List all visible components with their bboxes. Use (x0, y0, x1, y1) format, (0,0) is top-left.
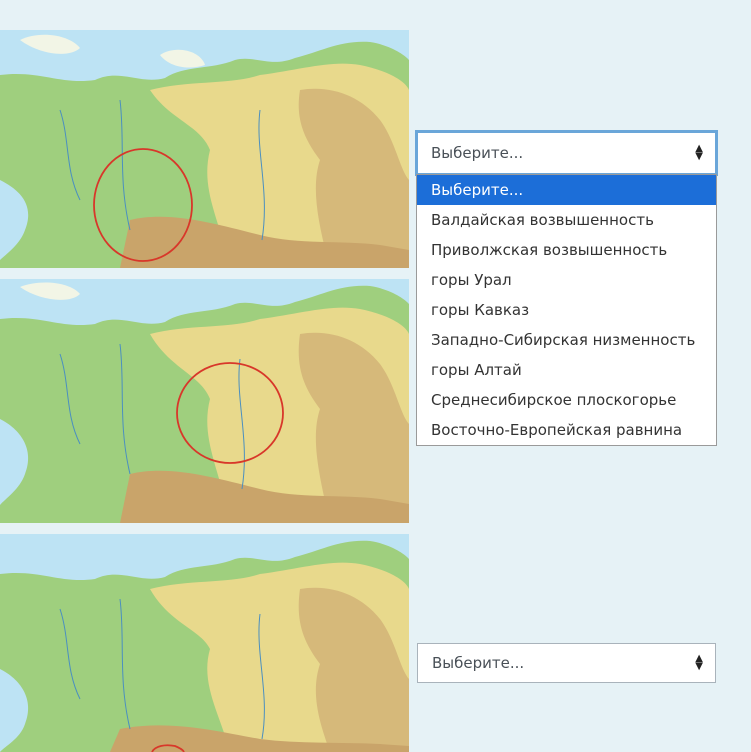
dropdown-option[interactable]: горы Кавказ (417, 295, 716, 325)
answer-dropdown-list: Выберите... Валдайская возвышенность При… (416, 174, 717, 446)
russia-map-question-3 (0, 534, 409, 752)
answer-select-1[interactable]: Выберите... ▲ ▼ (415, 130, 718, 176)
russia-map-image (0, 279, 409, 523)
dropdown-option[interactable]: горы Алтай (417, 355, 716, 385)
sort-arrows-icon: ▲ ▼ (695, 143, 703, 162)
russia-map-question-2 (0, 279, 409, 523)
select-value: Выберите... (431, 143, 524, 162)
russia-map-image (0, 30, 409, 268)
answer-select-3[interactable]: Выберите... ▲ ▼ (417, 643, 716, 683)
sort-arrows-icon: ▲ ▼ (695, 653, 703, 672)
dropdown-option[interactable]: Выберите... (417, 175, 716, 205)
dropdown-option[interactable]: горы Урал (417, 265, 716, 295)
dropdown-option[interactable]: Приволжская возвышенность (417, 235, 716, 265)
dropdown-option[interactable]: Валдайская возвышенность (417, 205, 716, 235)
dropdown-option[interactable]: Среднесибирское плоскогорье (417, 385, 716, 415)
dropdown-option[interactable]: Западно-Сибирская низменность (417, 325, 716, 355)
dropdown-option[interactable]: Восточно-Европейская равнина (417, 415, 716, 445)
russia-map-image (0, 534, 409, 752)
quiz-page: Выберите... ▲ ▼ Выберите... Валдайская во… (0, 0, 751, 752)
select-value: Выберите... (432, 653, 525, 672)
russia-map-question-1 (0, 30, 409, 268)
